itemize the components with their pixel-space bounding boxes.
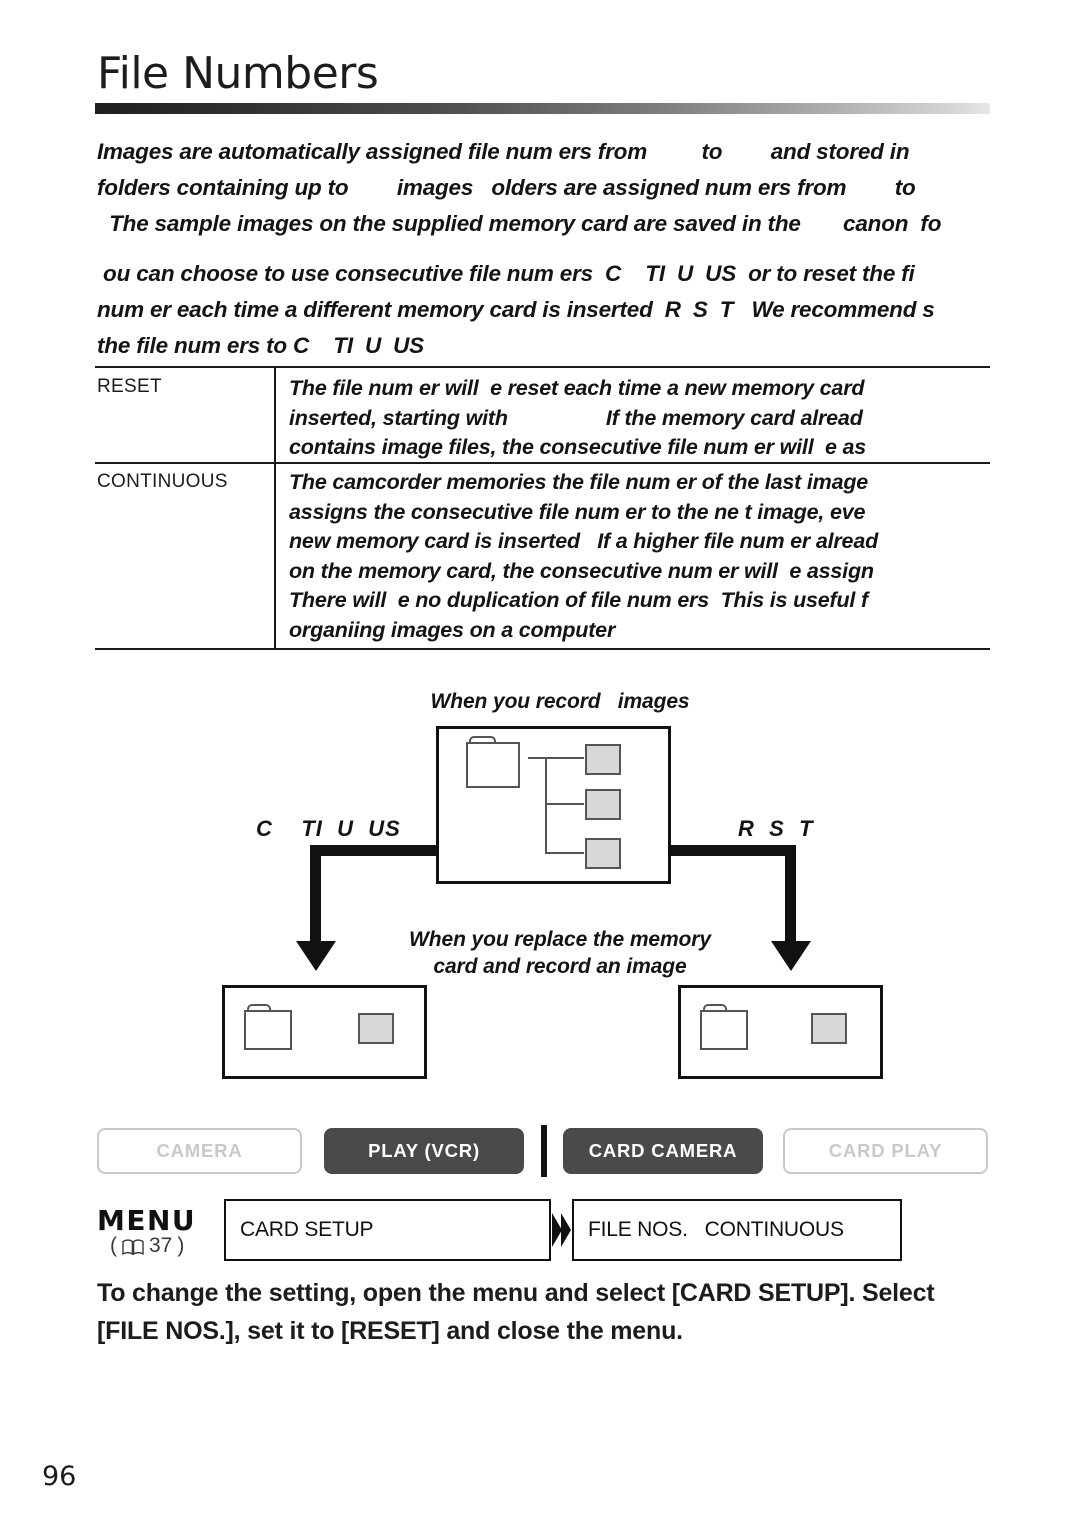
intro-paragraph-1: Images are automatically assigned file n… [97, 139, 942, 236]
table-row-description-reset: The file num er will e reset each time a… [289, 376, 867, 459]
folder-icon [700, 1004, 748, 1050]
tree-connector-branch-3 [545, 852, 584, 854]
menu-item-card-setup[interactable]: CARD SETUP [224, 1199, 551, 1261]
tree-connector-spine [545, 757, 547, 854]
footer-instruction: To change the setting, open the menu and… [97, 1279, 935, 1345]
menu-page-reference: ( 37 ) [110, 1234, 184, 1258]
folder-body [466, 742, 520, 788]
paren-close: ) [177, 1234, 185, 1257]
page-title: File Numbers [97, 48, 379, 99]
flow-line-horizontal-right [668, 845, 796, 856]
menu-page-number: 37 [149, 1234, 173, 1257]
book-icon [122, 1238, 144, 1255]
table-row-description-continuous: The camcorder memories the file num er o… [289, 470, 879, 642]
image-thumbnail [585, 838, 621, 869]
folder-body [700, 1010, 748, 1050]
mode-button-row: CAMERA PLAY (VCR) CARD CAMERA CARD PLAY [97, 1125, 988, 1177]
folder-body [244, 1010, 292, 1050]
diagram-caption-replace: When you replace the memory card and rec… [409, 928, 711, 978]
table-border-bottom [95, 648, 990, 650]
flow-line-horizontal-left [310, 845, 438, 856]
flow-line-vertical-right [785, 845, 796, 943]
table-column-divider [274, 368, 276, 650]
tree-connector-branch-2 [545, 803, 584, 805]
image-thumbnail [358, 1013, 394, 1044]
diagram-branch-label-reset: R S T [738, 816, 814, 841]
menu-label: MENU [97, 1204, 197, 1237]
table-row-label-reset: RESET [97, 376, 162, 397]
title-divider-rule [95, 103, 990, 114]
diagram-caption-record: When you record images [430, 690, 690, 713]
table-border-top [95, 366, 990, 368]
paren-open: ( [110, 1234, 117, 1257]
image-thumbnail [585, 744, 621, 775]
menu-item-file-nos[interactable]: FILE NOS. CONTINUOUS [572, 1199, 902, 1261]
folder-icon [244, 1004, 292, 1050]
page-number: 96 [42, 1461, 77, 1492]
mode-button-play-vcr[interactable]: PLAY (VCR) [324, 1128, 524, 1174]
arrow-down-icon [296, 941, 336, 971]
mode-group-divider [541, 1125, 547, 1177]
chevron-right-icon [551, 1212, 573, 1248]
mode-button-card-play[interactable]: CARD PLAY [783, 1128, 988, 1174]
tree-connector-branch-1 [528, 757, 584, 759]
mode-button-card-camera[interactable]: CARD CAMERA [563, 1128, 763, 1174]
intro-paragraph-2: ou can choose to use consecutive file nu… [97, 261, 935, 358]
image-thumbnail [811, 1013, 847, 1044]
mode-button-camera[interactable]: CAMERA [97, 1128, 302, 1174]
table-row-label-continuous: CONTINUOUS [97, 471, 228, 492]
folder-icon [466, 736, 520, 788]
flow-line-vertical-left [310, 845, 321, 943]
arrow-down-icon [771, 941, 811, 971]
image-thumbnail [585, 789, 621, 820]
diagram-branch-label-continuous: C TI U US [256, 816, 401, 841]
